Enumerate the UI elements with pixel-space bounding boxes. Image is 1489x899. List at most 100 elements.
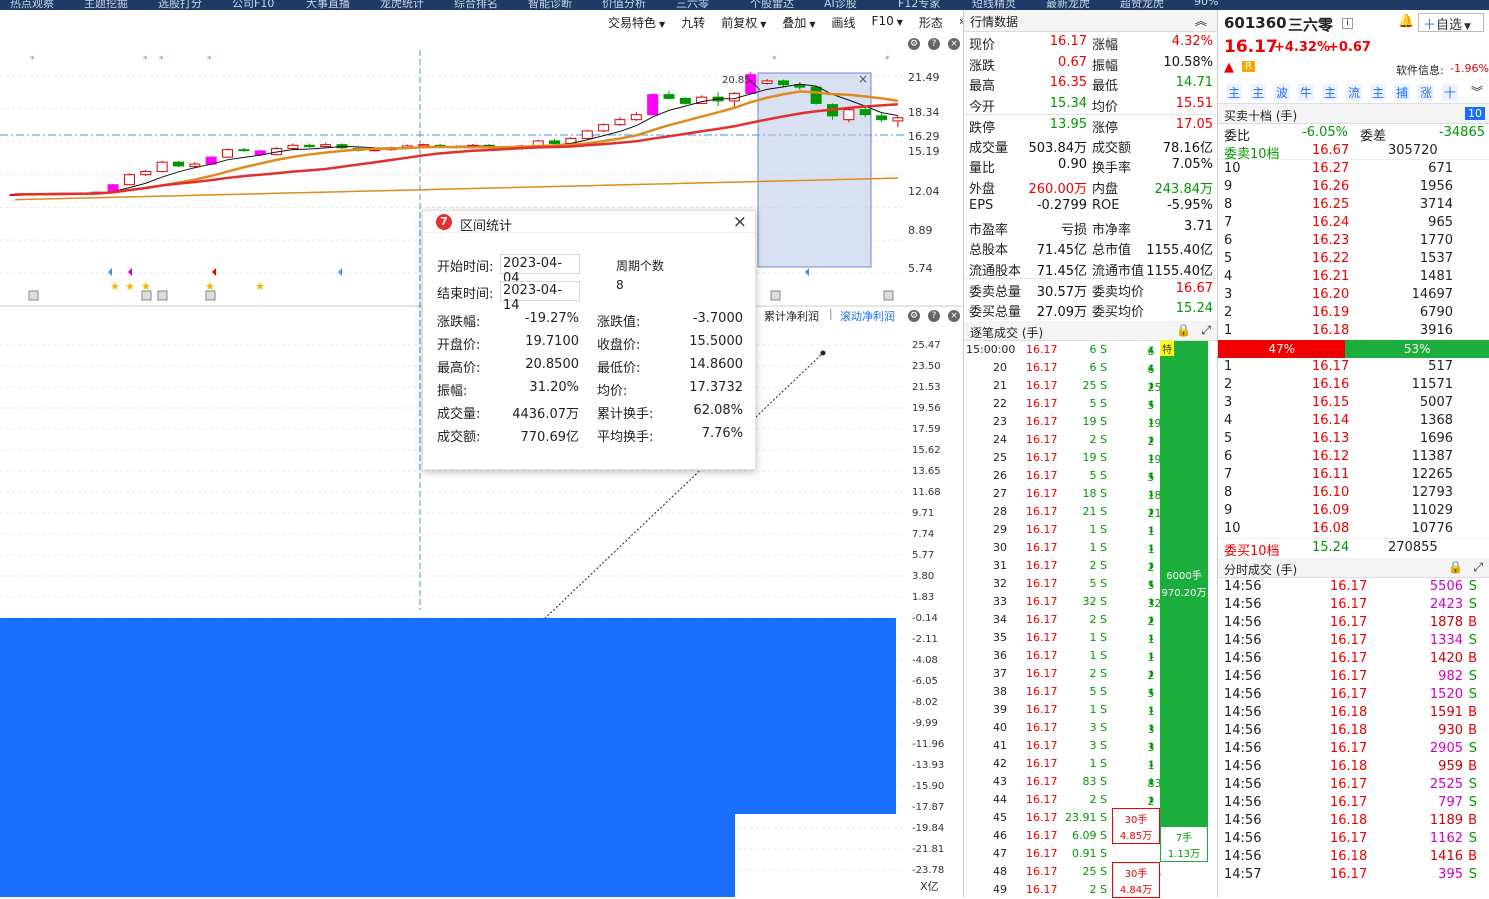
- top-menu-item[interactable]: 超赞龙虎: [1120, 0, 1164, 10]
- feature-tag[interactable]: 涨: [1418, 84, 1435, 101]
- tick-time: 36: [993, 649, 1007, 662]
- asks-row[interactable]: 7 16.24 965: [1218, 214, 1489, 232]
- asks-row[interactable]: 8 16.25 3714: [1218, 196, 1489, 214]
- feature-tag[interactable]: 主: [1370, 84, 1387, 101]
- order-box[interactable]: 30手 4.85万: [1112, 808, 1160, 844]
- event-marker-icon[interactable]: [205, 290, 216, 301]
- chevron-down-icon[interactable]: ︾: [1471, 83, 1483, 100]
- bids-row[interactable]: 5 16.13 1696: [1218, 430, 1489, 448]
- top-menu-item[interactable]: 选股打分: [158, 0, 202, 10]
- ts-side: S: [1468, 687, 1477, 702]
- asks-level: 7: [1224, 215, 1233, 230]
- top-menu-item[interactable]: 个股雷达: [750, 0, 794, 10]
- quote-label: 流通股本: [969, 263, 1022, 279]
- top-menu-item[interactable]: 最新龙虎: [1046, 0, 1090, 10]
- start-time-input[interactable]: 2023-04-04: [500, 254, 580, 286]
- top-menu-item[interactable]: 龙虎统计: [380, 0, 424, 10]
- feature-tag[interactable]: 主: [1226, 84, 1243, 101]
- top-menu-item[interactable]: 短线精灵: [972, 0, 1016, 10]
- bids-row[interactable]: 7 16.11 12265: [1218, 466, 1489, 484]
- collapse-icon[interactable]: ︽: [1195, 12, 1207, 29]
- tick-volume: 32 S: [1082, 595, 1107, 608]
- feature-tag[interactable]: 主: [1322, 84, 1339, 101]
- top-menu-item[interactable]: 热点观察: [10, 0, 54, 10]
- tick-qty: 2⬇: [1147, 561, 1155, 574]
- indicator-axis-label: 5.77: [912, 550, 935, 561]
- event-marker-icon[interactable]: [157, 290, 168, 301]
- feature-tag[interactable]: 波: [1274, 84, 1291, 101]
- asks-row[interactable]: 6 16.23 1770: [1218, 232, 1489, 250]
- top-menu-item[interactable]: 90%: [1194, 0, 1218, 8]
- bids-row[interactable]: 8 16.10 12793: [1218, 484, 1489, 502]
- asks-row[interactable]: 10 16.27 671: [1218, 160, 1489, 178]
- close-icon[interactable]: ×: [733, 212, 747, 232]
- add-watchlist-button[interactable]: ＋自选 ▼: [1418, 13, 1484, 33]
- settings-icon[interactable]: ⚙: [908, 38, 920, 50]
- time-sales-list[interactable]: 14:56 16.17 5506 S 14:56 16.17 2423 S 14:56 16.17…: [1218, 578, 1489, 884]
- bids-row[interactable]: 1 16.17 517: [1218, 358, 1489, 376]
- big-buy-box[interactable]: 7手 1.13万: [1160, 826, 1208, 862]
- ratio-buy: 53%: [1345, 340, 1489, 358]
- tick-time: 27: [993, 487, 1007, 500]
- order-box[interactable]: 30手 4.84万: [1112, 862, 1160, 898]
- lock-icon[interactable]: 🔒: [1176, 323, 1191, 337]
- top-menu-item[interactable]: 智能诊断: [528, 0, 572, 10]
- help-icon[interactable]: ?: [928, 38, 940, 50]
- bids-row[interactable]: 9 16.09 11029: [1218, 502, 1489, 520]
- bids-row[interactable]: 4 16.14 1368: [1218, 412, 1489, 430]
- big-sell-bar[interactable]: 特 6000手 970.20万: [1160, 341, 1208, 826]
- feature-tag[interactable]: 十: [1442, 84, 1459, 101]
- top-menu-item[interactable]: 三六零: [676, 0, 709, 10]
- bid-list[interactable]: 1 16.17 517 2 16.16 11571 3 16.15 5007 4 16.14 1368…: [1218, 358, 1489, 538]
- end-time-input[interactable]: 2023-04-14: [500, 281, 580, 313]
- top-menu-item[interactable]: F12专家: [898, 0, 940, 10]
- level-badge[interactable]: 10: [1465, 107, 1485, 120]
- top-menu-item[interactable]: 主题挖掘: [84, 0, 128, 10]
- price-axis-label: 8.89: [908, 224, 933, 237]
- expand-icon[interactable]: ⤢: [1201, 323, 1211, 338]
- top-menu-item[interactable]: 大事直播: [306, 0, 350, 10]
- kline-chart-panel[interactable]: 交易特色▼九转前复权▼叠加▼画线F10▼形态» ×20.85******★★★★…: [0, 10, 963, 897]
- range-stats-dialog[interactable]: 7 区间统计 × 开始时间: 2023-04-04 周期个数 结束时间: 202…: [422, 210, 756, 470]
- asks-row[interactable]: 4 16.21 1481: [1218, 268, 1489, 286]
- asks-row[interactable]: 5 16.22 1537: [1218, 250, 1489, 268]
- close-icon[interactable]: ×: [948, 38, 960, 50]
- feature-tag[interactable]: 牛: [1298, 84, 1315, 101]
- lock-icon[interactable]: 🔒: [1448, 560, 1463, 574]
- indicator-tab-cum-profit[interactable]: 累计净利润: [764, 308, 819, 324]
- top-menu-item[interactable]: 价值分析: [602, 0, 646, 10]
- event-marker-icon[interactable]: [28, 290, 39, 301]
- asks-price: 16.24: [1312, 215, 1350, 230]
- close-icon[interactable]: ×: [858, 72, 868, 86]
- indicator-tab-rolling-profit[interactable]: 滚动净利润: [840, 308, 895, 324]
- bids-row[interactable]: 3 16.15 5007: [1218, 394, 1489, 412]
- indicator-axis-label: 13.65: [912, 466, 941, 477]
- top-menu-item[interactable]: 公司F10: [232, 0, 274, 10]
- event-marker-icon[interactable]: [883, 290, 894, 301]
- settings-icon[interactable]: ⚙: [908, 310, 920, 322]
- asks-row[interactable]: 3 16.20 14697: [1218, 286, 1489, 304]
- event-marker-icon[interactable]: [141, 290, 152, 301]
- feature-tag[interactable]: 捕: [1394, 84, 1411, 101]
- asks-row[interactable]: 9 16.26 1956: [1218, 178, 1489, 196]
- asks-row[interactable]: 2 16.19 6790: [1218, 304, 1489, 322]
- ask-list[interactable]: 10 16.27 671 9 16.26 1956 8 16.25 3714 7 16.24 965 6…: [1218, 160, 1489, 340]
- event-marker-icon[interactable]: [770, 290, 781, 301]
- ts-volume: 1878: [1429, 615, 1463, 630]
- top-menu-item[interactable]: 综合排名: [454, 0, 498, 10]
- asks-row[interactable]: 1 16.18 3916: [1218, 322, 1489, 340]
- flag-marker-icon: [108, 268, 112, 276]
- feature-tag[interactable]: 主: [1250, 84, 1267, 101]
- bids-row[interactable]: 6 16.12 11387: [1218, 448, 1489, 466]
- bids-row[interactable]: 10 16.08 10776: [1218, 520, 1489, 538]
- close-icon[interactable]: ×: [948, 310, 960, 322]
- trend-line-handle[interactable]: [820, 350, 826, 356]
- info-icon[interactable]: i: [1342, 18, 1353, 29]
- help-icon[interactable]: ?: [928, 310, 940, 322]
- expand-icon[interactable]: ⤢: [1473, 560, 1483, 575]
- top-menu-item[interactable]: AI诊股: [824, 0, 857, 10]
- bids-row[interactable]: 2 16.16 11571: [1218, 376, 1489, 394]
- indicator-axis-label: -9.99: [912, 718, 938, 729]
- bell-icon[interactable]: 🔔: [1398, 14, 1414, 29]
- feature-tag[interactable]: 流: [1346, 84, 1363, 101]
